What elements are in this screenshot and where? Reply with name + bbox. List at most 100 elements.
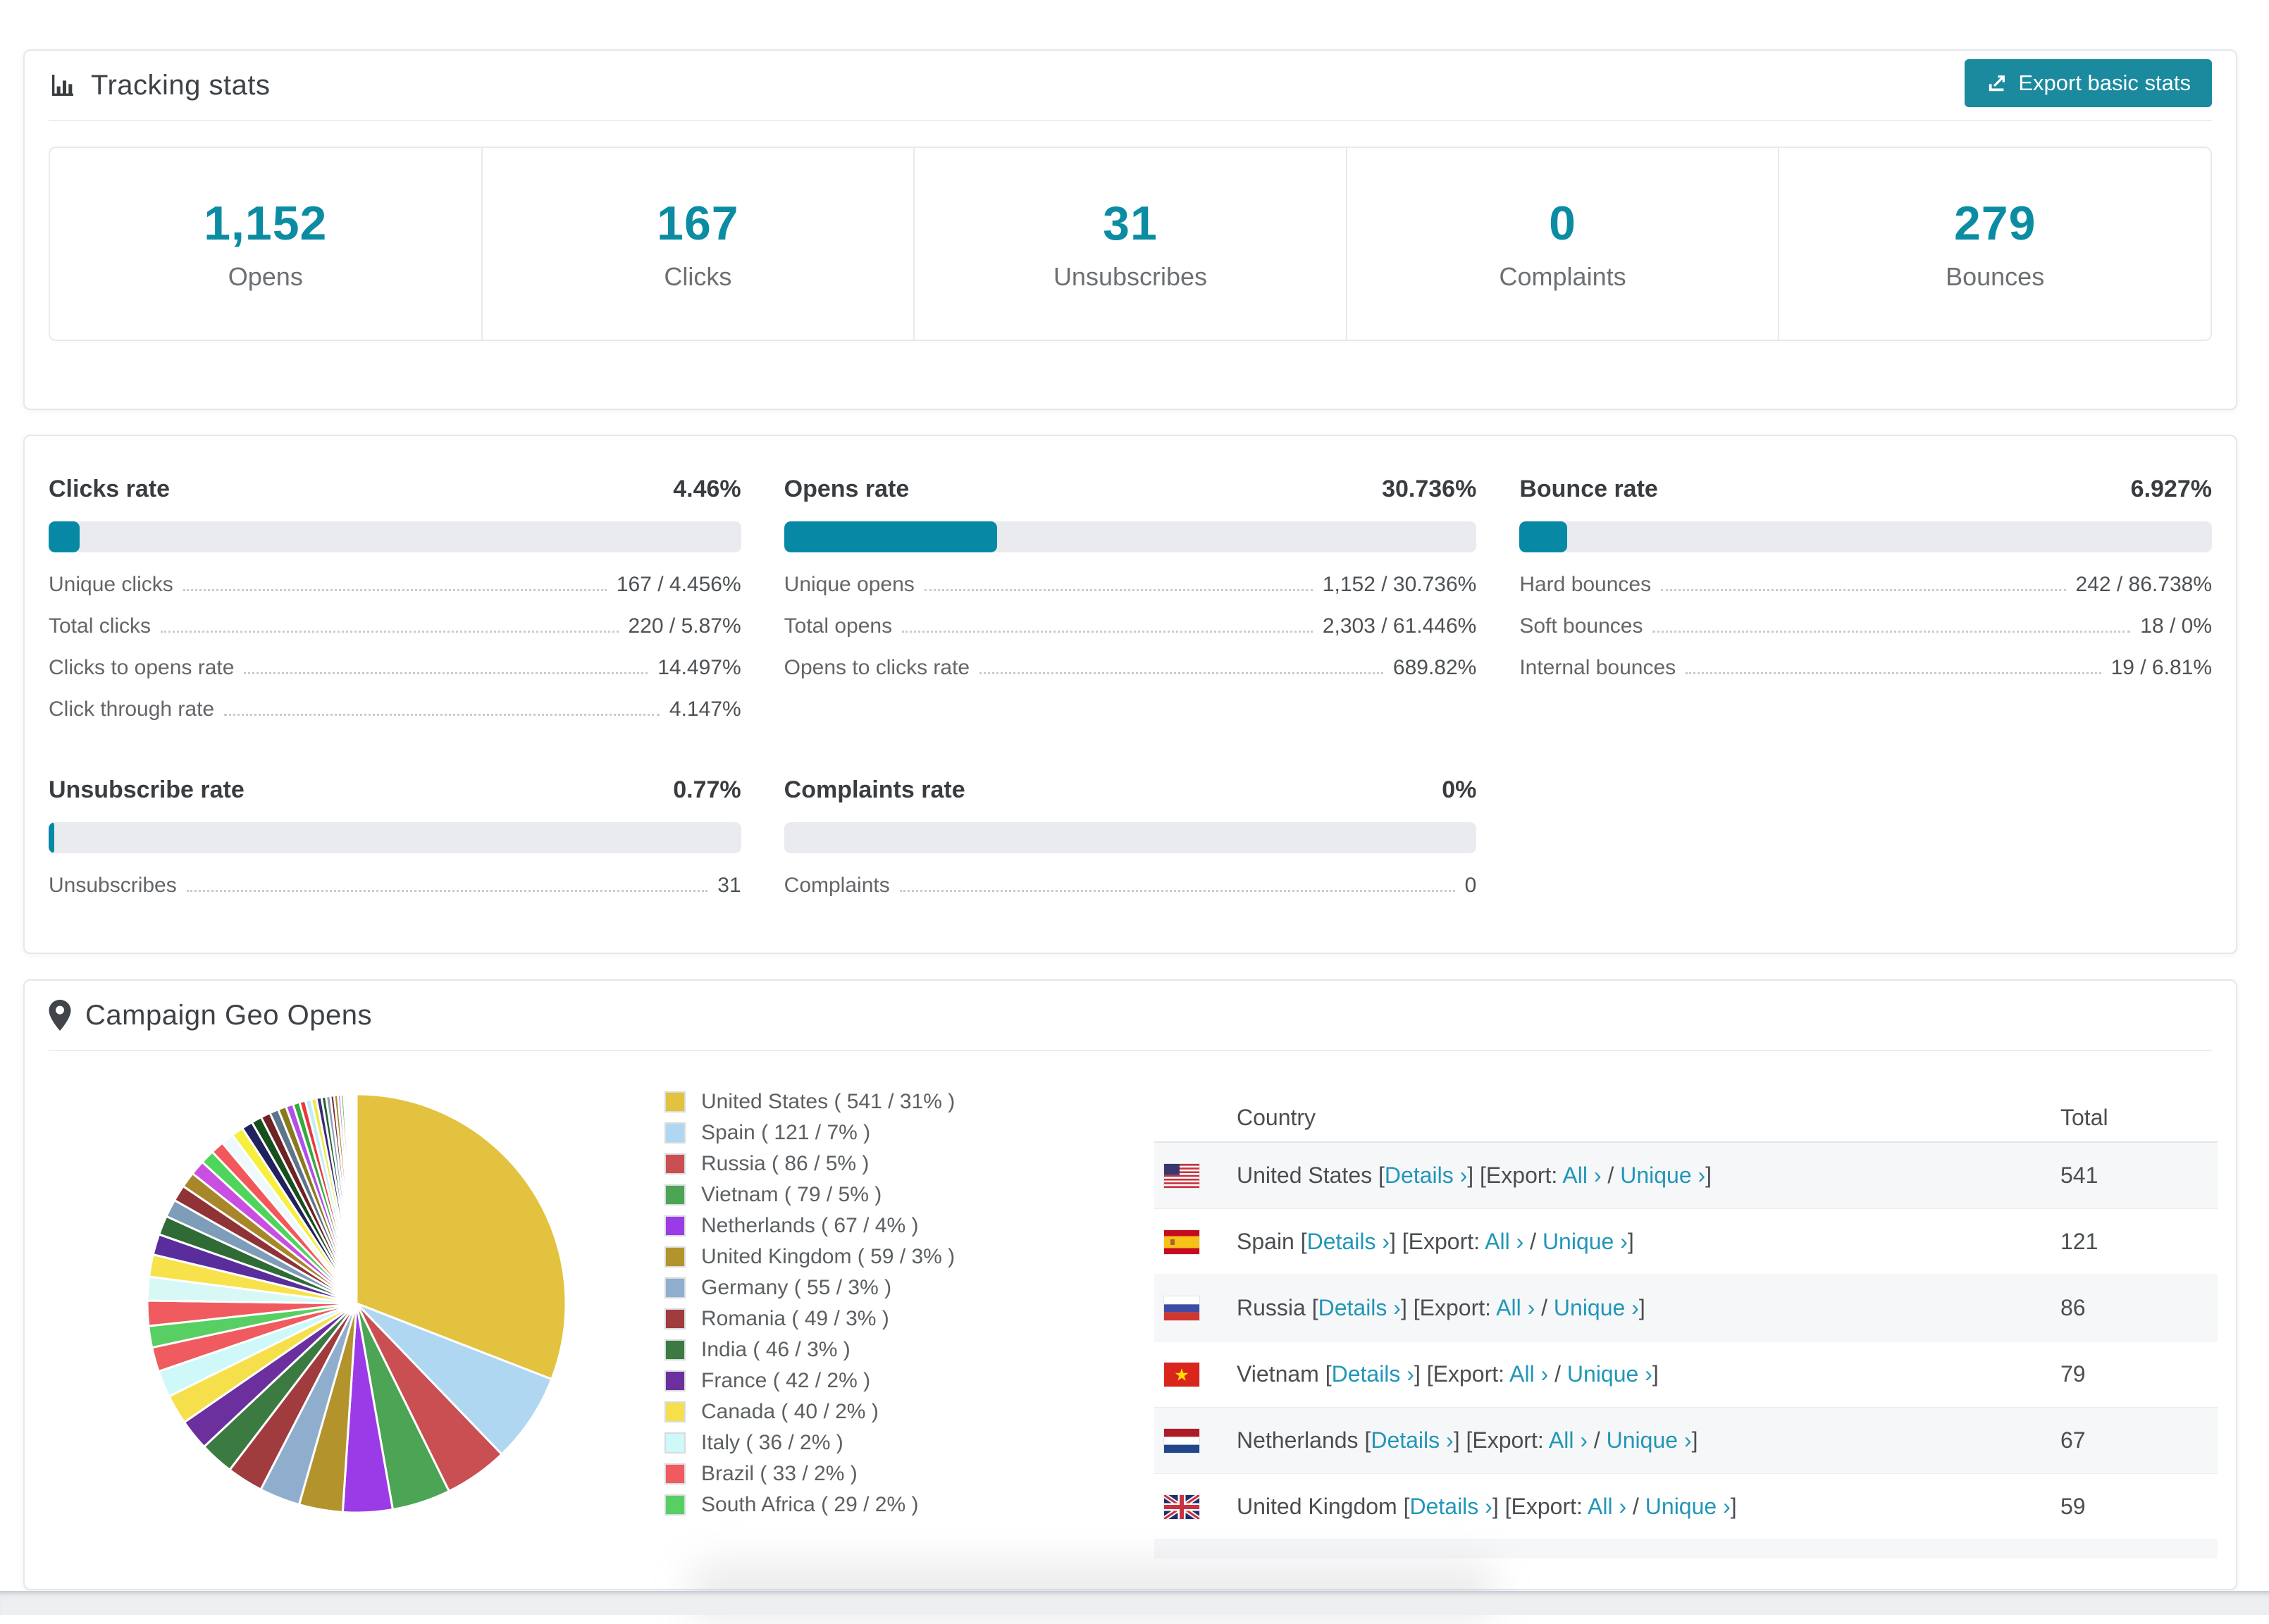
total-cell: 79 [2060,1361,2086,1387]
dotted-leader [183,589,607,591]
tracking-stats-card: Tracking stats Export basic stats 1,152 O… [23,49,2237,410]
export-all-link[interactable]: All › [1549,1427,1588,1453]
rate-row: Unique opens 1,152 / 30.736% [784,574,1477,596]
rate-row: Click through rate 4.147% [49,698,741,721]
details-link[interactable]: Details › [1307,1229,1390,1254]
rate-row: Hard bounces 242 / 86.738% [1519,574,2212,596]
stat-cell-complaints: 0 Complaints [1345,148,1779,340]
bracket: ] [1691,1427,1698,1453]
bracket: ] [1627,1229,1634,1254]
rate-title: Opens rate [784,476,910,502]
bracket: ] [Export: [1453,1427,1549,1453]
rate-row-label: Hard bounces [1519,573,1652,596]
progress-bar-track [784,822,1477,853]
export-button-label: Export basic stats [2018,70,2191,95]
rate-row-label: Total clicks [49,614,152,638]
progress-bar-fill [1519,521,1568,552]
export-unique-link[interactable]: Unique › [1542,1229,1628,1254]
legend-swatch [664,1401,686,1422]
rate-title-row: Opens rate 30.736% [784,476,1477,503]
bracket: [ [1300,1229,1307,1254]
rate-percent: 30.736% [1382,476,1477,502]
legend-item-germany: Germany ( 55 / 3% ) [664,1272,955,1303]
stat-label: Opens [228,262,303,291]
legend-item-netherlands: Netherlands ( 67 / 4% ) [664,1210,955,1241]
legend-label: Netherlands ( 67 / 4% ) [701,1214,919,1237]
legend-item-united-kingdom: United Kingdom ( 59 / 3% ) [664,1241,955,1272]
stat-value: 0 [1549,197,1576,250]
export-unique-link[interactable]: Unique › [1554,1295,1639,1320]
progress-bar-fill [49,822,54,853]
legend-label: Vietnam ( 79 / 5% ) [701,1183,882,1206]
export-all-link[interactable]: All › [1496,1295,1535,1320]
table-row-vn: Vietnam [Details ›] [Export: All › / Uni… [1154,1341,2218,1407]
rate-rows: Unique clicks 167 / 4.456% Total clicks 220… [49,574,741,721]
legend-item-italy: Italy ( 36 / 2% ) [664,1427,955,1458]
export-unique-link[interactable]: Unique › [1607,1427,1692,1453]
rate-row-value: 220 / 5.87% [628,614,741,638]
country-name: Vietnam [1237,1361,1325,1387]
export-unique-link[interactable]: Unique › [1645,1494,1731,1519]
geo-opens-pie-chart [144,1091,569,1516]
legend-swatch [664,1308,686,1329]
nl-flag-icon [1164,1428,1199,1453]
export-all-link[interactable]: All › [1562,1163,1601,1188]
bracket: ] [Export: [1467,1163,1563,1188]
progress-bar-track [49,521,741,552]
table-row-ru: Russia [Details ›] [Export: All › / Uniq… [1154,1275,2218,1341]
slash: / [1523,1229,1542,1254]
legend-swatch [664,1091,686,1112]
rate-row-value: 2,303 / 61.446% [1322,614,1477,638]
country-cell: Vietnam [Details ›] [Export: All › / Uni… [1199,1361,2060,1387]
details-link[interactable]: Details › [1371,1427,1453,1453]
dotted-leader [902,631,1313,633]
rate-block-unsubscribe-rate: Unsubscribe rate 0.77% Unsubscribes 31 [49,776,741,916]
legend-item-united-states: United States ( 541 / 31% ) [664,1086,955,1117]
rate-row-label: Opens to clicks rate [784,656,970,679]
table-row-es: Spain [Details ›] [Export: All › / Uniqu… [1154,1208,2218,1275]
geo-table-header-total: Total [2060,1104,2108,1130]
dotted-leader [979,672,1383,674]
export-all-link[interactable]: All › [1509,1361,1548,1387]
rate-rows: Complaints 0 [784,874,1477,897]
stat-cell-bounces: 279 Bounces [1778,148,2211,340]
legend-swatch [664,1153,686,1174]
rate-row: Complaints 0 [784,874,1477,897]
bracket: ] [Export: [1492,1494,1588,1519]
rate-title: Complaints rate [784,776,965,803]
export-unique-link[interactable]: Unique › [1567,1361,1652,1387]
total-cell: 121 [2060,1229,2098,1254]
country-name: United States [1237,1163,1378,1188]
stat-label: Clicks [664,262,732,291]
legend-label: Romania ( 49 / 3% ) [701,1307,889,1330]
details-link[interactable]: Details › [1332,1361,1414,1387]
rate-title-row: Unsubscribe rate 0.77% [49,776,741,804]
progress-bar-fill [49,521,80,552]
dotted-leader [1661,589,2066,591]
legend-swatch [664,1339,686,1360]
legend-swatch [664,1494,686,1515]
details-link[interactable]: Details › [1318,1295,1401,1320]
export-unique-link[interactable]: Unique › [1620,1163,1705,1188]
rate-title: Unsubscribe rate [49,776,245,803]
rate-title-row: Complaints rate 0% [784,776,1477,804]
legend-label: Russia ( 86 / 5% ) [701,1152,870,1175]
progress-bar-track [49,822,741,853]
rate-percent: 6.927% [2130,476,2212,502]
country-name: Spain [1237,1229,1301,1254]
country-cell: United States [Details ›] [Export: All ›… [1199,1163,2060,1189]
rate-row-value: 18 / 0% [2140,614,2212,638]
geo-table-header-row: Country Total [1154,1093,2218,1143]
legend-item-south-africa: South Africa ( 29 / 2% ) [664,1489,955,1520]
details-link[interactable]: Details › [1409,1494,1492,1519]
legend-label: Brazil ( 33 / 2% ) [701,1462,858,1485]
export-all-link[interactable]: All › [1485,1229,1523,1254]
bracket: ] [1730,1494,1737,1519]
legend-item-russia: Russia ( 86 / 5% ) [664,1148,955,1179]
total-cell: 86 [2060,1295,2086,1320]
legend-swatch [664,1246,686,1267]
legend-label: Spain ( 121 / 7% ) [701,1121,871,1144]
details-link[interactable]: Details › [1385,1163,1467,1188]
export-all-link[interactable]: All › [1588,1494,1626,1519]
export-basic-stats-button[interactable]: Export basic stats [1965,59,2212,107]
